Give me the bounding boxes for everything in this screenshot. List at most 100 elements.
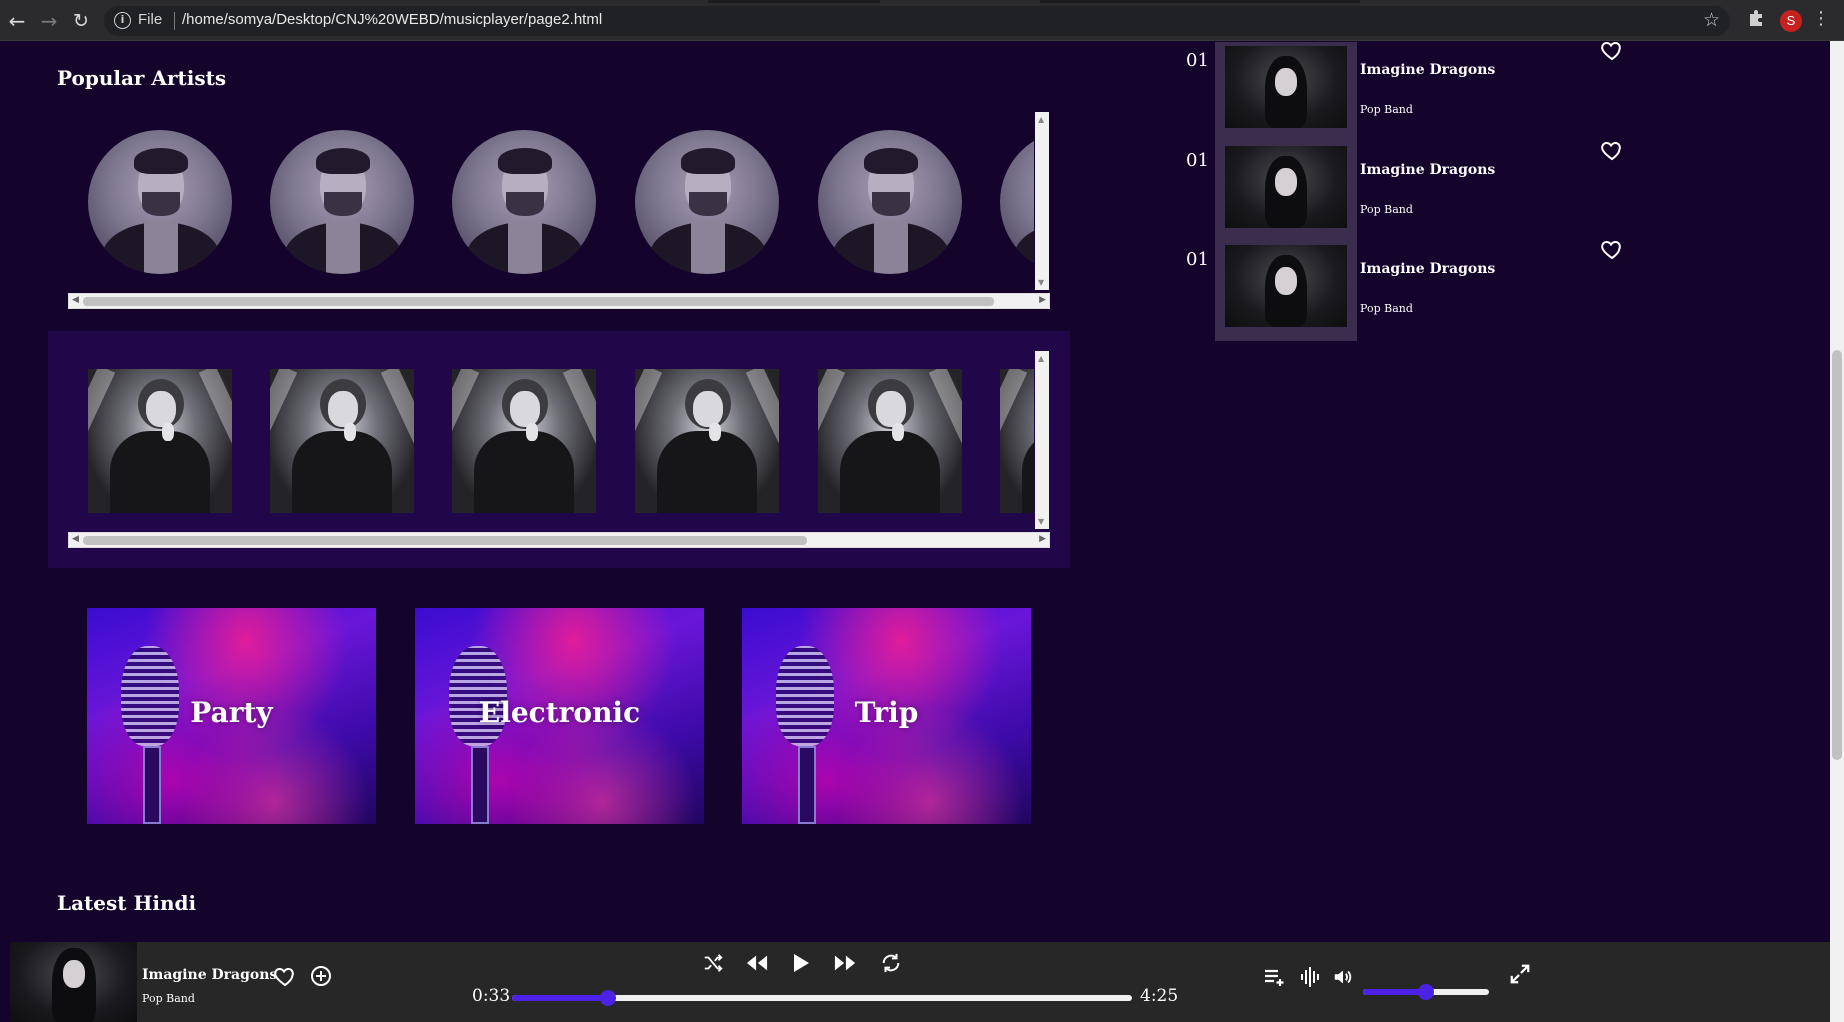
track-thumbnail[interactable] (1215, 241, 1357, 341)
puzzle-icon[interactable] (1747, 9, 1765, 32)
track-thumbnail-image (1225, 46, 1347, 128)
scroll-left-arrow-icon[interactable]: ◀ (72, 534, 79, 544)
address-bar[interactable]: i File /home/somya/Desktop/CNJ%20WEBD/mu… (104, 6, 1730, 36)
artist-hair (864, 148, 918, 174)
artist-hair (681, 148, 735, 174)
rewind-icon[interactable] (746, 953, 768, 973)
singer-image[interactable] (452, 369, 596, 513)
equalizer-icon[interactable] (1300, 966, 1320, 988)
horizontal-scroll-thumb[interactable] (83, 536, 807, 545)
singer-body (474, 431, 574, 513)
play-icon[interactable] (792, 953, 810, 973)
singer-image[interactable] (635, 369, 779, 513)
track-row[interactable]: 01 Imagine Dragons Pop Band (1180, 141, 1640, 242)
artist-image[interactable] (270, 130, 414, 274)
scroll-down-arrow-icon[interactable]: ▼ (1038, 278, 1044, 287)
genre-card-trip[interactable]: Trip (742, 608, 1031, 824)
track-thumbnail[interactable] (1215, 42, 1357, 142)
artist-image[interactable] (1000, 130, 1034, 274)
scroll-right-arrow-icon[interactable]: ▶ (1039, 534, 1046, 544)
track-subtitle: Pop Band (1360, 103, 1413, 116)
music-player-bar: Imagine Dragons Pop Band 0:33 4:25 (10, 942, 1830, 1022)
microphone-stand (471, 746, 489, 824)
track-thumbnail-face (1275, 168, 1297, 196)
artist-shirt (874, 222, 908, 274)
heart-icon[interactable] (273, 964, 297, 988)
concert-row-vertical-scrollbar[interactable]: ▲ ▼ (1035, 351, 1049, 529)
artist-beard (506, 192, 544, 216)
fast-forward-icon[interactable] (834, 953, 856, 973)
star-icon[interactable]: ☆ (1703, 9, 1720, 31)
browser-toolbar: ← → ↻ i File /home/somya/Desktop/CNJ%20W… (0, 0, 1844, 41)
singer-image[interactable] (88, 369, 232, 513)
singer-face (146, 391, 176, 427)
artist-image[interactable] (818, 130, 962, 274)
singer-body (840, 431, 940, 513)
artist-image[interactable] (452, 130, 596, 274)
singer-body (657, 431, 757, 513)
profile-avatar[interactable]: S (1780, 10, 1802, 32)
singer-face (693, 391, 723, 427)
heart-icon[interactable] (1600, 138, 1624, 162)
track-row[interactable]: 01 Imagine Dragons Pop Band (1180, 41, 1640, 142)
heart-icon[interactable] (1600, 38, 1624, 62)
singer-image[interactable] (270, 369, 414, 513)
now-playing-thumbnail[interactable] (10, 942, 137, 1022)
artist-beard (689, 192, 727, 216)
genre-card-party[interactable]: Party (87, 608, 376, 824)
back-arrow-icon[interactable]: ← (4, 8, 30, 34)
info-icon[interactable]: i (114, 12, 131, 29)
scroll-left-arrow-icon[interactable]: ◀ (72, 295, 79, 305)
reload-icon[interactable]: ↻ (68, 8, 94, 34)
scroll-up-arrow-icon[interactable]: ▲ (1038, 115, 1044, 124)
fullscreen-icon[interactable] (1509, 963, 1531, 985)
scroll-up-arrow-icon[interactable]: ▲ (1038, 354, 1044, 363)
puzzle-icon-graphic (1750, 10, 1762, 26)
queue-icon[interactable] (1263, 967, 1287, 987)
artist-beard (872, 192, 910, 216)
scroll-right-arrow-icon[interactable]: ▶ (1039, 295, 1046, 305)
horizontal-scroll-thumb[interactable] (83, 297, 994, 306)
singer-body (292, 431, 392, 513)
seek-bar[interactable] (512, 990, 1132, 1006)
latest-hindi-title: Latest Hindi (57, 891, 197, 915)
tab-strip-edge-2 (1040, 0, 1360, 3)
volume-slider-fill (1363, 989, 1426, 995)
volume-icon[interactable] (1332, 966, 1354, 988)
file-label: File (138, 11, 163, 28)
singer-face (876, 391, 906, 427)
artist-scroll-row[interactable] (68, 112, 1034, 290)
artist-image[interactable] (88, 130, 232, 274)
heart-icon[interactable] (1600, 237, 1624, 261)
microphone-stand (143, 746, 161, 824)
now-playing-face (63, 960, 85, 988)
artist-hair (134, 148, 188, 174)
track-subtitle: Pop Band (1360, 203, 1413, 216)
artist-row-horizontal-scrollbar[interactable]: ◀ ▶ (68, 293, 1050, 309)
volume-slider-handle[interactable] (1418, 984, 1434, 1000)
page-scrollbar-thumb[interactable] (1832, 350, 1842, 760)
artist-shirt (144, 222, 178, 274)
concert-row-horizontal-scrollbar[interactable]: ◀ ▶ (68, 532, 1050, 548)
track-thumbnail[interactable] (1215, 142, 1357, 242)
genre-card-electronic[interactable]: Electronic (415, 608, 704, 824)
forward-arrow-icon[interactable]: → (36, 8, 62, 34)
track-row[interactable]: 01 Imagine Dragons Pop Band (1180, 240, 1640, 341)
shuffle-icon[interactable] (702, 952, 724, 974)
current-time: 0:33 (472, 986, 511, 1006)
track-thumbnail-image (1225, 245, 1347, 327)
scroll-down-arrow-icon[interactable]: ▼ (1038, 517, 1044, 526)
singer-image[interactable] (1000, 369, 1034, 513)
artist-row-vertical-scrollbar[interactable]: ▲ ▼ (1035, 112, 1049, 290)
track-subtitle: Pop Band (1360, 302, 1413, 315)
artist-beard (142, 192, 180, 216)
add-circle-icon[interactable] (309, 964, 333, 988)
kebab-menu-icon[interactable]: ⋮ (1812, 8, 1830, 29)
seek-bar-handle[interactable] (600, 990, 617, 1006)
repeat-icon[interactable] (880, 951, 902, 975)
url-text[interactable]: /home/somya/Desktop/CNJ%20WEBD/musicplay… (182, 11, 602, 28)
volume-slider[interactable] (1363, 984, 1489, 1000)
artist-image[interactable] (635, 130, 779, 274)
singer-image[interactable] (818, 369, 962, 513)
concert-scroll-row[interactable] (68, 351, 1034, 529)
